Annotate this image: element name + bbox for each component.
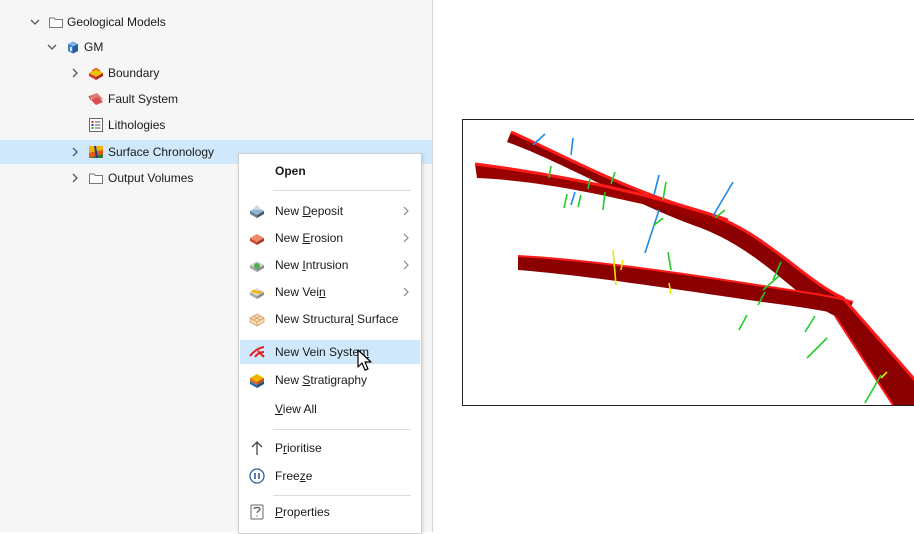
- pause-circle-icon: [248, 467, 266, 485]
- menu-item-label: New Vein: [275, 285, 326, 299]
- menu-separator: [273, 190, 411, 191]
- arrow-up-icon: [248, 439, 266, 457]
- mouse-pointer-icon: [357, 349, 372, 371]
- tree-item-label: Surface Chronology: [108, 145, 215, 159]
- lithologies-list-icon: [88, 117, 104, 133]
- tree-item-fault-system[interactable]: Fault System: [0, 87, 432, 111]
- menu-item-label: View All: [275, 402, 317, 416]
- structural-surface-icon: [248, 310, 266, 328]
- tree-item-label: Boundary: [108, 66, 160, 80]
- tree-item-label: Lithologies: [108, 118, 166, 132]
- folder-icon: [88, 170, 104, 186]
- chevron-down-icon[interactable]: [28, 15, 42, 29]
- menu-item-label: New Intrusion: [275, 258, 349, 272]
- menu-item-new-vein-system[interactable]: New Vein System: [240, 340, 420, 364]
- menu-item-new-deposit[interactable]: New Deposit: [240, 199, 420, 223]
- menu-item-view-all[interactable]: View All: [240, 397, 420, 421]
- submenu-arrow-icon: [402, 287, 410, 297]
- folder-icon: [48, 14, 64, 30]
- tree-item-lithologies[interactable]: Lithologies: [0, 113, 432, 137]
- menu-item-new-erosion[interactable]: New Erosion: [240, 226, 420, 250]
- vein-system-render: [474, 130, 914, 405]
- vein-icon: [248, 283, 266, 301]
- menu-separator: [273, 429, 411, 430]
- chevron-right-icon[interactable]: [68, 145, 82, 159]
- menu-item-label: New Vein System: [275, 345, 370, 359]
- submenu-arrow-icon: [402, 206, 410, 216]
- menu-item-new-intrusion[interactable]: New Intrusion: [240, 253, 420, 277]
- submenu-arrow-icon: [402, 233, 410, 243]
- properties-icon: [248, 503, 266, 521]
- menu-item-label: New Structural Surface: [275, 312, 399, 326]
- menu-item-new-structural-surface[interactable]: New Structural Surface: [240, 307, 420, 331]
- vein-system-icon: [248, 343, 266, 361]
- menu-item-label: Properties: [275, 505, 330, 519]
- tree-item-label: GM: [84, 40, 104, 54]
- menu-item-label: New Stratigraphy: [275, 373, 368, 387]
- geological-model-icon: [65, 39, 81, 55]
- deposit-icon: [248, 202, 266, 220]
- tree-item-geological-models[interactable]: Geological Models: [0, 10, 432, 34]
- menu-separator: [273, 495, 411, 496]
- menu-item-label: New Erosion: [275, 231, 344, 245]
- tree-item-label: Output Volumes: [108, 171, 194, 185]
- menu-item-label: Freeze: [275, 469, 313, 483]
- menu-item-properties[interactable]: Properties: [240, 500, 420, 524]
- fault-system-icon: [88, 91, 104, 107]
- tree-item-gm[interactable]: GM: [0, 35, 432, 59]
- 3d-viewport[interactable]: [462, 119, 914, 406]
- context-menu: Open New Deposit New Erosion New Intrusi…: [238, 153, 422, 534]
- chevron-right-icon[interactable]: [68, 66, 82, 80]
- surface-chronology-icon: [88, 144, 104, 160]
- menu-item-label: Open: [275, 164, 306, 178]
- menu-item-prioritise[interactable]: Prioritise: [240, 436, 420, 460]
- menu-item-label: New Deposit: [275, 204, 344, 218]
- stratigraphy-icon: [248, 371, 266, 389]
- menu-item-freeze[interactable]: Freeze: [240, 464, 420, 488]
- menu-item-label: Prioritise: [275, 441, 322, 455]
- menu-item-open[interactable]: Open: [240, 159, 420, 183]
- erosion-icon: [248, 229, 266, 247]
- submenu-arrow-icon: [402, 260, 410, 270]
- chevron-right-icon[interactable]: [68, 171, 82, 185]
- tree-item-label: Fault System: [108, 92, 179, 106]
- tree-item-boundary[interactable]: Boundary: [0, 61, 432, 85]
- intrusion-icon: [248, 256, 266, 274]
- menu-item-new-vein[interactable]: New Vein: [240, 280, 420, 304]
- chevron-down-icon[interactable]: [45, 40, 59, 54]
- boundary-icon: [88, 65, 104, 81]
- menu-item-new-stratigraphy[interactable]: New Stratigraphy: [240, 368, 420, 392]
- tree-item-label: Geological Models: [67, 15, 166, 29]
